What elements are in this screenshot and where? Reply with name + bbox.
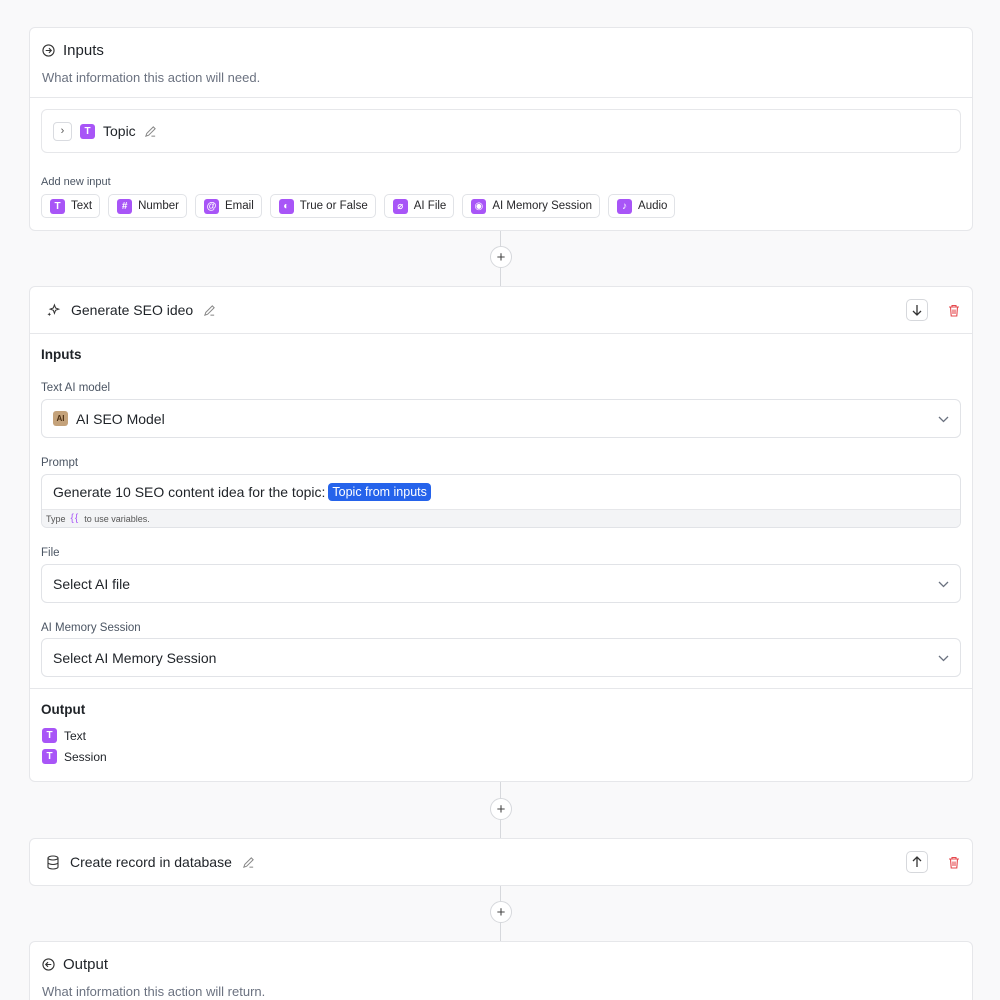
add-step-button[interactable]: +	[490, 246, 512, 268]
input-type-chips: T Text # Number @ Email ◐ True or False ⌀ AI …	[41, 194, 972, 218]
move-up-button[interactable]	[906, 851, 928, 873]
plus-icon: +	[496, 800, 506, 818]
create-record-step-card: Create record in database	[29, 838, 973, 886]
output-item-text: T Text	[42, 728, 972, 743]
generate-step-card: Generate SEO ideo Inputs Text AI model A…	[29, 286, 973, 782]
arrow-down-icon	[912, 305, 922, 316]
prompt-text: Generate 10 SEO content idea for the top…	[53, 484, 326, 500]
inputs-title: Inputs	[63, 42, 104, 59]
topic-input-row[interactable]: › T Topic	[41, 109, 961, 153]
memory-icon: ◉	[471, 198, 487, 214]
toggle-icon: ◐	[278, 198, 294, 214]
add-step-button[interactable]: +	[490, 901, 512, 923]
edit-icon[interactable]	[144, 125, 157, 138]
trash-icon	[949, 856, 959, 869]
at-icon: @	[204, 198, 219, 214]
hash-icon: #	[117, 198, 133, 214]
chip-ai-file[interactable]: ⌀ AI File	[383, 194, 455, 218]
inputs-subtitle: What information this action will need.	[42, 70, 261, 85]
output-title: Output	[63, 956, 109, 973]
chip-true-false[interactable]: ◐ True or False	[269, 194, 376, 218]
chip-number[interactable]: # Number	[108, 194, 187, 218]
mic-icon: ♪	[617, 198, 633, 214]
output-subtitle: What information this action will return…	[42, 984, 266, 999]
hint-braces: {{	[70, 513, 80, 524]
plus-icon: +	[496, 248, 506, 266]
divider	[30, 97, 972, 98]
prompt-variable-pill[interactable]: Topic from inputs	[328, 483, 431, 501]
create-record-title: Create record in database	[70, 854, 232, 870]
delete-step-button[interactable]	[948, 856, 960, 869]
chevron-down-icon	[938, 412, 949, 426]
topic-label: Topic	[103, 123, 136, 139]
prompt-input[interactable]: Generate 10 SEO content idea for the top…	[42, 475, 960, 509]
chip-label: AI File	[413, 200, 447, 212]
edit-icon[interactable]	[203, 304, 216, 317]
move-down-button[interactable]	[906, 299, 928, 321]
database-icon	[46, 854, 60, 870]
chip-ai-memory-session[interactable]: ◉ AI Memory Session	[462, 194, 601, 218]
text-model-value: AI SEO Model	[76, 410, 165, 427]
text-type-icon: T	[42, 728, 57, 743]
text-icon: T	[50, 198, 65, 214]
file-select-value: Select AI file	[53, 575, 131, 592]
trash-icon	[949, 304, 959, 317]
text-type-icon: T	[80, 123, 95, 139]
text-model-select[interactable]: AI AI SEO Model	[41, 399, 961, 438]
add-new-input-label: Add new input	[41, 176, 111, 188]
chip-label: Email	[225, 200, 254, 212]
sparkles-icon	[46, 302, 61, 318]
memory-session-value: Select AI Memory Session	[53, 649, 217, 666]
paperclip-icon: ⌀	[392, 198, 408, 214]
create-record-step-header: Create record in database	[30, 839, 972, 885]
edit-icon[interactable]	[242, 856, 255, 869]
output-label: Session	[64, 749, 107, 764]
inputs-card: Inputs What information this action will…	[29, 27, 973, 231]
model-logo-icon: AI	[53, 411, 68, 426]
add-step-button[interactable]: +	[490, 798, 512, 820]
text-type-icon: T	[42, 749, 57, 764]
arrow-up-icon	[912, 856, 922, 867]
chip-label: True or False	[299, 200, 368, 212]
hint-prefix: Type	[46, 513, 66, 524]
hint-suffix: to use variables.	[84, 513, 150, 524]
chip-text[interactable]: T Text	[41, 194, 101, 218]
chip-label: AI Memory Session	[492, 200, 593, 212]
generate-step-title: Generate SEO ideo	[71, 302, 194, 318]
text-model-label: Text AI model	[41, 382, 111, 394]
circle-arrow-left-icon	[42, 958, 55, 971]
memory-session-label: AI Memory Session	[41, 622, 141, 634]
chip-email[interactable]: @ Email	[195, 194, 262, 218]
chip-audio[interactable]: ♪ Audio	[608, 194, 676, 218]
chip-label: Number	[138, 200, 179, 212]
plus-icon: +	[496, 903, 506, 921]
memory-session-select[interactable]: Select AI Memory Session	[41, 638, 961, 677]
chevron-down-icon	[938, 651, 949, 665]
chip-label: Audio	[638, 200, 668, 212]
generate-step-header: Generate SEO ideo	[30, 287, 972, 334]
circle-arrow-right-icon	[42, 44, 55, 57]
output-item-session: T Session	[42, 749, 972, 764]
prompt-editor[interactable]: Generate 10 SEO content idea for the top…	[41, 474, 961, 528]
output-heading: Output	[41, 702, 86, 717]
divider	[30, 688, 972, 689]
file-select[interactable]: Select AI file	[41, 564, 961, 603]
delete-step-button[interactable]	[948, 304, 960, 317]
prompt-label: Prompt	[41, 457, 79, 469]
file-label: File	[41, 547, 60, 559]
output-card: Output What information this action will…	[29, 941, 973, 1000]
chip-label: Text	[71, 200, 93, 212]
output-label: Text	[64, 728, 87, 743]
inputs-heading: Inputs	[41, 347, 82, 362]
prompt-hint: Type {{ to use variables.	[42, 509, 960, 527]
chevron-down-icon	[938, 577, 949, 591]
chevron-right-icon[interactable]: ›	[53, 121, 72, 141]
